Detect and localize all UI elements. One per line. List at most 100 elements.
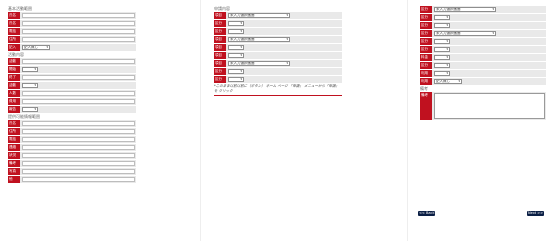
- back-button[interactable]: << Back: [418, 211, 436, 216]
- field: [20, 144, 136, 151]
- select-dropdown[interactable]: ▾: [434, 63, 450, 68]
- select-value: 未入力選択画面: [230, 37, 255, 41]
- form-row: 区分 ▾: [214, 68, 342, 75]
- form-row: 電話: [8, 136, 136, 143]
- text-input[interactable]: [22, 13, 135, 18]
- field-label: 料金: [420, 54, 432, 61]
- chevron-down-icon: ▾: [458, 79, 460, 83]
- field-label: 区分: [420, 30, 432, 37]
- text-input[interactable]: [22, 137, 135, 142]
- select-dropdown[interactable]: ▾: [434, 15, 450, 20]
- field: [20, 176, 136, 183]
- form-column-left: 基本活動範囲 氏名 氏名 電話 住所 記入 記入無し ▾ 活動内容 活動 開始 …: [8, 6, 136, 184]
- select-dropdown[interactable]: 未入力選択画面 ▾: [434, 31, 496, 36]
- text-input[interactable]: [22, 37, 135, 42]
- chevron-down-icon: ▾: [492, 31, 494, 35]
- field-label: 区分: [214, 28, 226, 35]
- select-dropdown[interactable]: ▾: [434, 55, 450, 60]
- text-input[interactable]: [22, 21, 135, 26]
- text-input[interactable]: [22, 59, 135, 64]
- select-dropdown[interactable]: ▾: [228, 53, 244, 58]
- select-dropdown[interactable]: ▾: [434, 23, 450, 28]
- text-input[interactable]: [22, 161, 135, 166]
- select-dropdown[interactable]: ▾: [228, 45, 244, 50]
- select-dropdown[interactable]: 記入無し ▾: [22, 45, 50, 50]
- field-label: 写真: [8, 168, 20, 175]
- text-input[interactable]: [22, 121, 135, 126]
- field-label: 利用: [420, 70, 432, 77]
- select-dropdown[interactable]: ▾: [22, 67, 38, 72]
- form-row: 電話: [8, 28, 136, 35]
- chevron-down-icon: ▾: [46, 45, 48, 49]
- text-input[interactable]: [22, 99, 135, 104]
- field: [432, 92, 546, 120]
- field-label: 状況: [8, 152, 20, 159]
- field: [20, 58, 136, 65]
- select-dropdown[interactable]: ▾: [22, 83, 38, 88]
- remarks-row: 備考: [420, 92, 546, 120]
- text-input[interactable]: [22, 75, 135, 80]
- field-label: 項目: [214, 52, 226, 59]
- select-dropdown[interactable]: 未入力選択画面 ▾: [228, 13, 290, 18]
- field: ▾: [432, 46, 546, 53]
- form-row: 人数: [8, 90, 136, 97]
- form-row: 備考: [8, 160, 136, 167]
- field-label: 氏名: [8, 120, 20, 127]
- form-row: 氏名: [8, 12, 136, 19]
- text-input[interactable]: [22, 91, 135, 96]
- select-dropdown[interactable]: 未入力選択画面 ▾: [228, 37, 290, 42]
- select-dropdown[interactable]: ▾: [434, 71, 450, 76]
- field: ▾: [432, 62, 546, 69]
- chevron-down-icon: ▾: [240, 45, 242, 49]
- field-label: 電話: [8, 136, 20, 143]
- select-dropdown[interactable]: 記入無し ▾: [434, 79, 462, 84]
- form-row: 区分 ▾: [420, 62, 546, 69]
- remarks-textarea[interactable]: [434, 93, 545, 119]
- field: [20, 74, 136, 81]
- field-label: 住所: [8, 128, 20, 135]
- select-dropdown[interactable]: ▾: [228, 69, 244, 74]
- chevron-down-icon: ▾: [34, 67, 36, 71]
- section-title: 備考: [420, 86, 428, 91]
- select-value: 未入力選択画面: [230, 61, 255, 65]
- chevron-down-icon: ▾: [446, 63, 448, 67]
- field-label: 項目: [214, 12, 226, 19]
- field: ▾: [226, 20, 342, 27]
- text-input[interactable]: [22, 129, 135, 134]
- form-row: 区分 ▾: [420, 38, 546, 45]
- field: ▾: [226, 52, 342, 59]
- text-input[interactable]: [22, 169, 135, 174]
- select-dropdown[interactable]: ▾: [434, 47, 450, 52]
- form-row: 活動: [8, 58, 136, 65]
- section-title: 基本活動範囲: [8, 6, 32, 11]
- field: [20, 12, 136, 19]
- text-input[interactable]: [22, 145, 135, 150]
- text-input[interactable]: [22, 153, 135, 158]
- field-label: 区分: [214, 20, 226, 27]
- chevron-down-icon: ▾: [240, 77, 242, 81]
- field-label: 区分: [420, 62, 432, 69]
- select-dropdown[interactable]: 未入力選択画面 ▾: [228, 61, 290, 66]
- select-dropdown[interactable]: ▾: [228, 77, 244, 82]
- field: ▾: [432, 38, 546, 45]
- form-row: 区分 ▾: [214, 28, 342, 35]
- chevron-down-icon: ▾: [240, 21, 242, 25]
- field-label: 氏名: [8, 20, 20, 27]
- text-input[interactable]: [22, 29, 135, 34]
- form-column-middle: 申請内容 項目 未入力選択画面 ▾ 区分 ▾ 区分 ▾ 項目 未入力選択画面 ▾ 項…: [214, 6, 342, 96]
- field: [20, 20, 136, 27]
- select-dropdown[interactable]: ▾: [22, 107, 38, 112]
- select-dropdown[interactable]: 未入力選択画面 ▾: [434, 7, 496, 12]
- select-dropdown[interactable]: ▾: [228, 21, 244, 26]
- field-label: 区分: [420, 14, 432, 21]
- select-dropdown[interactable]: ▾: [434, 39, 450, 44]
- form-row: 区分 ▾: [420, 14, 546, 21]
- form-row: 他: [8, 176, 136, 183]
- field-label: 区分: [420, 46, 432, 53]
- next-button[interactable]: Next >>: [527, 211, 545, 216]
- text-input[interactable]: [22, 177, 135, 182]
- select-dropdown[interactable]: ▾: [228, 29, 244, 34]
- field: 未入力選択画面 ▾: [432, 30, 546, 37]
- field: [20, 36, 136, 43]
- chevron-down-icon: ▾: [446, 71, 448, 75]
